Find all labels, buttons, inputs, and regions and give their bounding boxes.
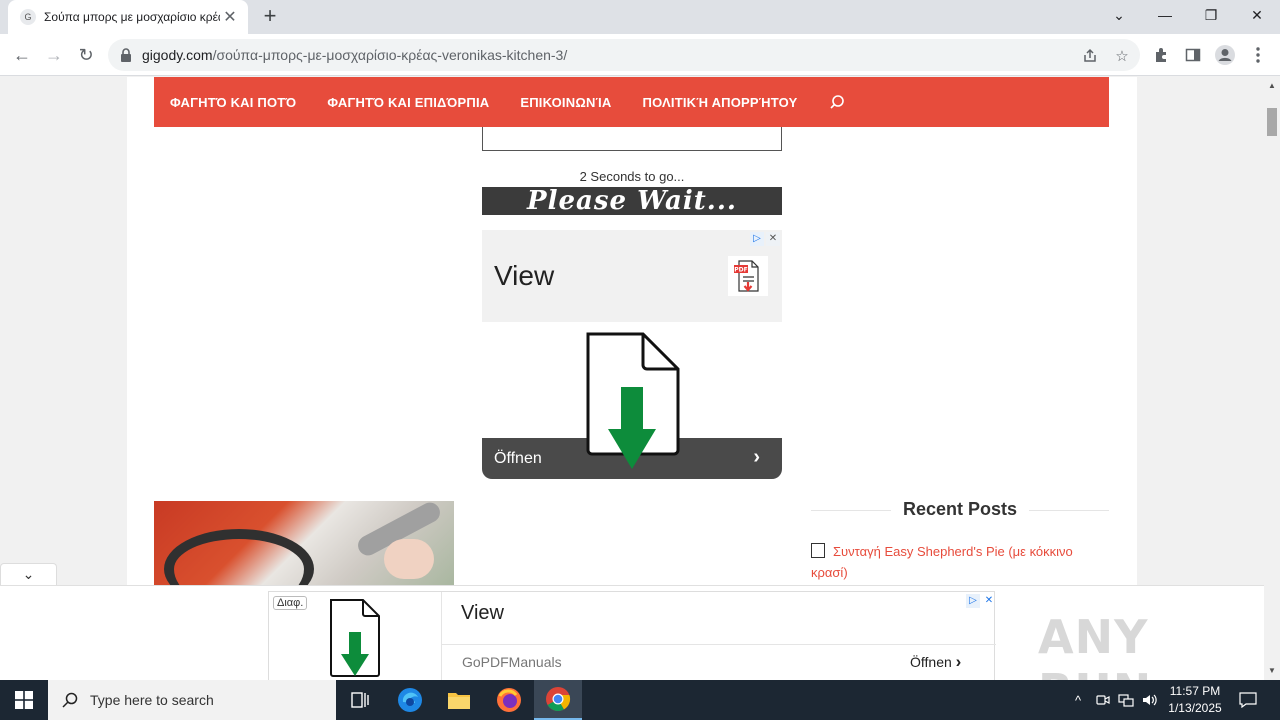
restore-button[interactable]: ❐ <box>1188 0 1234 30</box>
anchor-open-button[interactable]: Öffnen › <box>910 652 961 672</box>
ad-title: View <box>494 260 555 291</box>
close-ad-icon[interactable]: ✕ <box>766 232 780 246</box>
nav-item-privacy[interactable]: ΠΟΛΙΤΙΚΉ ΑΠΟΡΡΉΤΟΥ <box>642 95 797 110</box>
anyrun-watermark: ANY RUN <box>1038 610 1151 680</box>
url-host: gigody.com <box>142 47 213 63</box>
content-box <box>482 127 782 151</box>
browser-toolbar: ← → ↻ gigody.com/σούπα-μπορς-με-μοσχαρίσ… <box>0 34 1280 76</box>
recent-posts-heading: Recent Posts <box>811 499 1109 521</box>
view-ad[interactable]: ▷ ✕ View PDF <box>482 230 782 322</box>
forward-button[interactable]: → <box>41 42 67 68</box>
firefox-icon[interactable] <box>485 680 533 720</box>
anchor-ad-title: View <box>461 602 504 624</box>
start-button[interactable] <box>0 680 48 720</box>
document-icon <box>811 543 825 558</box>
file-explorer-icon[interactable] <box>435 680 483 720</box>
volume-icon[interactable] <box>1140 680 1160 720</box>
site-favicon-icon: G <box>20 9 36 25</box>
adchoices-icon[interactable]: ▷ <box>966 594 980 608</box>
file-download-icon <box>330 599 380 677</box>
windows-logo-icon <box>15 691 33 709</box>
recent-post-link[interactable]: Συνταγή Easy Shepherd's Pie (με κόκκινο … <box>811 541 1109 583</box>
chevron-right-icon: › <box>753 446 760 468</box>
close-ad-icon[interactable]: ✕ <box>982 594 996 608</box>
reload-button[interactable]: ↻ <box>73 42 99 68</box>
anchor-ad: Διαφ. ▷ ✕ View GoPDFManuals Öffnen › ANY… <box>0 585 1264 680</box>
network-icon[interactable] <box>1116 680 1136 720</box>
pdf-badge-text: PDF <box>734 267 747 274</box>
meet-now-icon[interactable] <box>1093 680 1113 720</box>
edge-icon[interactable] <box>386 680 434 720</box>
close-window-button[interactable]: ✕ <box>1234 0 1280 30</box>
page-viewport: ΦΑΓΗΤΌ ΚΑΙ ΠΟΤΌ ΦΑΓΗΤΌ ΚΑΙ ΕΠΙΔΌΡΠΙΑ ΕΠΙ… <box>0 77 1264 680</box>
download-ad[interactable]: Öffnen › <box>482 331 782 479</box>
chevron-right-icon: › <box>955 652 962 671</box>
tab-title: Σούπα μπορς με μοσχαρίσιο κρέας <box>44 10 220 24</box>
share-icon[interactable] <box>1080 46 1100 66</box>
tab-close-icon[interactable]: ✕ <box>220 7 240 27</box>
ad-label: Διαφ. <box>273 596 308 610</box>
anchor-ad-brand: GoPDFManuals <box>462 654 562 670</box>
back-button[interactable]: ← <box>9 42 35 68</box>
file-download-icon <box>586 332 680 469</box>
taskbar-search-placeholder: Type here to search <box>90 692 214 708</box>
clock-time: 11:57 PM <box>1169 684 1221 698</box>
site-navbar: ΦΑΓΗΤΌ ΚΑΙ ΠΟΤΌ ΦΑΓΗΤΌ ΚΑΙ ΕΠΙΔΌΡΠΙΑ ΕΠΙ… <box>154 77 1109 127</box>
nav-item-food-drink[interactable]: ΦΑΓΗΤΌ ΚΑΙ ΠΟΤΌ <box>170 95 296 110</box>
extensions-icon[interactable] <box>1148 42 1174 68</box>
page-scrollbar[interactable]: ▲ ▼ <box>1264 77 1280 680</box>
system-clock[interactable]: 11:57 PM 1/13/2025 <box>1160 683 1230 717</box>
open-label: Öffnen <box>494 450 542 467</box>
notifications-icon[interactable] <box>1236 680 1260 720</box>
browser-tab[interactable]: G Σούπα μπορς με μοσχαρίσιο κρέας ✕ <box>8 0 248 34</box>
address-bar[interactable]: gigody.com/σούπα-μπορς-με-μοσχαρίσιο-κρέ… <box>108 39 1140 71</box>
countdown-text: 2 Seconds to go... <box>579 169 685 184</box>
new-tab-button[interactable]: + <box>258 4 282 28</box>
pdf-download-icon: PDF <box>728 256 768 296</box>
borscht-food-image[interactable] <box>154 501 454 585</box>
anchor-ad-frame[interactable]: Διαφ. ▷ ✕ View GoPDFManuals Öffnen › <box>268 591 996 680</box>
windows-taskbar: Type here to search ^ 11:57 PM 1/13/2025 <box>0 680 1280 720</box>
task-view-icon[interactable] <box>336 680 384 720</box>
scroll-down-arrow-icon[interactable]: ▼ <box>1264 664 1280 678</box>
menu-icon[interactable] <box>1245 42 1271 68</box>
url-path: /σούπα-μπορς-με-μοσχαρίσιο-κρέας-veronik… <box>212 47 568 63</box>
show-hidden-icons-chevron-icon[interactable]: ^ <box>1068 680 1088 720</box>
profile-icon[interactable] <box>1212 42 1238 68</box>
nav-item-contact[interactable]: ΕΠΙΚΟΙΝΩΝΊΑ <box>520 95 611 110</box>
scrollbar-thumb[interactable] <box>1267 108 1277 136</box>
anchor-open-label: Öffnen <box>910 654 952 670</box>
collapse-ad-button[interactable]: ⌄ <box>0 563 57 585</box>
tab-strip: G Σούπα μπορς με μοσχαρίσιο κρέας ✕ + ⌄ … <box>0 0 1280 34</box>
scroll-up-arrow-icon[interactable]: ▲ <box>1264 79 1280 93</box>
adchoices-icon[interactable]: ▷ <box>750 232 764 246</box>
recent-post-title: Συνταγή Easy Shepherd's Pie (με κόκκινο … <box>811 544 1073 580</box>
sidepanel-icon[interactable] <box>1180 42 1206 68</box>
clock-date: 1/13/2025 <box>1168 701 1222 715</box>
chrome-icon[interactable] <box>534 680 582 720</box>
tab-search-dropdown-icon[interactable]: ⌄ <box>1096 0 1142 30</box>
please-wait-banner: Please Wait... <box>482 187 782 215</box>
nav-item-food-dessert[interactable]: ΦΑΓΗΤΌ ΚΑΙ ΕΠΙΔΌΡΠΙΑ <box>327 95 489 110</box>
recent-posts-title: Recent Posts <box>902 499 1018 519</box>
minimize-button[interactable]: — <box>1142 0 1188 30</box>
lock-icon <box>120 48 132 62</box>
taskbar-search-box[interactable]: Type here to search <box>48 680 336 720</box>
search-icon <box>62 692 78 708</box>
search-icon[interactable] <box>829 94 845 110</box>
bookmark-star-icon[interactable]: ☆ <box>1112 46 1132 66</box>
